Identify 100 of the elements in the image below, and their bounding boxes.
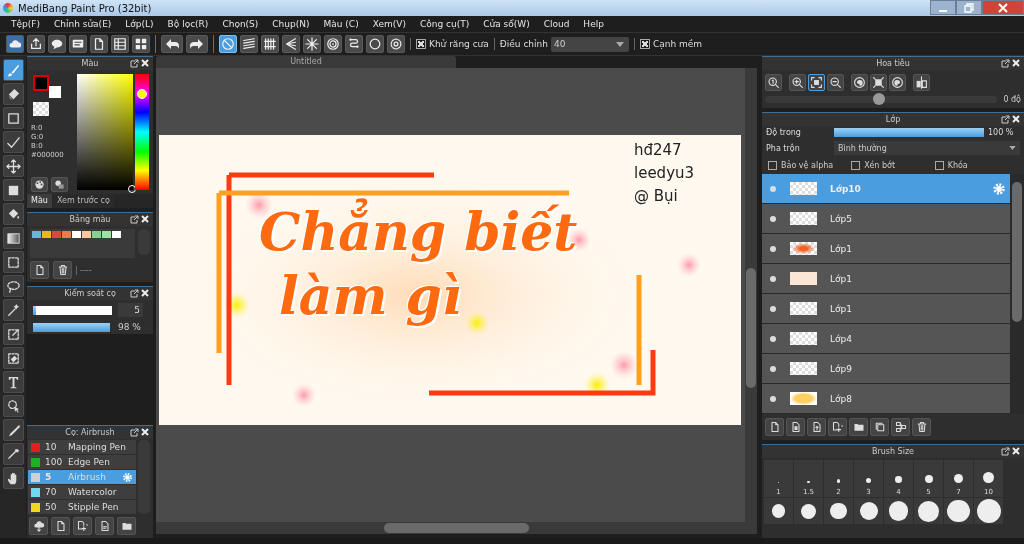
hue-slider[interactable] [135,74,149,190]
layer-option-checkbox[interactable] [851,161,861,170]
brush-item[interactable]: 100 Edge Pen [28,455,136,469]
close-button[interactable] [982,0,1024,15]
correction-dropdown[interactable]: 40 [551,36,629,52]
palette-swatch[interactable] [112,231,121,238]
redo-button[interactable] [186,35,208,53]
brush-panel-button[interactable] [29,517,48,535]
foreground-color-swatch[interactable] [33,75,49,91]
visibility-dot-icon[interactable] [770,305,776,312]
layer-item[interactable]: Lớp5 [762,204,1010,234]
layer-item[interactable]: Lớp1 [762,234,1010,264]
palette-swatch[interactable] [42,231,51,238]
palette-swatch[interactable] [32,231,41,238]
undo-button[interactable] [161,35,183,53]
tool-button[interactable] [2,107,24,129]
brush-size-preset[interactable] [944,498,973,524]
settings-icon[interactable] [122,471,133,483]
minimize-button[interactable] [930,0,956,15]
brush-item[interactable]: 70 Watercolor [28,485,136,499]
snap-button[interactable] [324,35,342,53]
layer-panel-button[interactable] [849,418,868,436]
restore-button[interactable] [956,0,982,15]
snap-button[interactable] [240,35,258,53]
settings-icon[interactable] [992,181,1006,196]
navigator-button[interactable] [889,74,906,91]
tool-button[interactable] [2,203,24,225]
layer-panel-button[interactable] [786,418,805,436]
brush-item[interactable]: 10 Mapping Pen [28,440,136,454]
navigator-button[interactable] [827,74,844,91]
layer-panel-button[interactable] [828,418,847,436]
menu-item[interactable]: Công cụ(T) [412,19,477,29]
menu-item[interactable]: Màu (C) [316,19,366,29]
vertical-scrollbar[interactable] [745,68,757,522]
brush-panel-button[interactable] [117,517,136,535]
snap-button[interactable] [387,35,405,53]
rotation-slider-thumb[interactable] [872,93,885,105]
tool-button[interactable] [2,83,24,105]
layer-panel-button[interactable] [891,418,910,436]
brush-item[interactable]: 50 Stipple Pen [28,500,136,514]
tool-button[interactable] [2,347,24,369]
menu-item[interactable]: Lớp(L) [118,19,161,29]
menu-item[interactable]: Chỉnh sửa(E) [46,19,119,29]
tool-button[interactable] [2,179,24,201]
layer-option-checkbox[interactable] [768,161,777,170]
document-tab[interactable]: Untitled [156,56,456,68]
layer-item[interactable]: Lớp4 [762,324,1010,354]
snap-button[interactable] [261,35,279,53]
palette-swatch[interactable] [92,231,101,238]
visibility-dot-icon[interactable] [770,185,776,192]
menu-item[interactable]: Help [576,19,611,29]
visibility-dot-icon[interactable] [770,335,776,342]
visibility-dot-icon[interactable] [770,275,776,282]
hue-slider-thumb[interactable] [137,88,147,99]
tool-button[interactable] [2,251,24,273]
layer-panel-button[interactable] [765,418,784,436]
tool-button[interactable] [2,155,24,177]
layer-panel-button[interactable] [870,418,889,436]
brush-panel-button[interactable] [95,517,114,535]
layer-panel-button[interactable] [912,418,931,436]
brush-size-slider[interactable] [33,305,112,315]
tool-button[interactable] [2,323,24,345]
layer-option-checkbox[interactable] [934,161,944,170]
menu-item[interactable]: Cửa sổ(W) [476,19,537,29]
navigator-button[interactable] [913,74,930,91]
toolbar-button[interactable] [27,35,45,53]
navigator-button[interactable] [851,74,868,91]
toolbar-button[interactable] [6,35,24,53]
layer-item[interactable]: Lớp8 [762,384,1010,414]
palette-swatch[interactable] [102,231,111,238]
snap-button[interactable] [282,35,300,53]
menu-item[interactable]: Chọn(S) [215,19,266,29]
navigator-button[interactable] [765,74,782,91]
navigator-button[interactable] [808,74,825,91]
brush-size-fill[interactable] [33,305,37,315]
tool-button[interactable] [2,371,24,393]
color-name-field[interactable]: ---- [76,265,92,275]
layer-item[interactable]: Lớp1 [762,264,1010,294]
layer-panel-button[interactable] [807,418,826,436]
layer-item[interactable]: Lớp9 [762,354,1010,384]
toolbar-button[interactable] [69,35,87,53]
tool-button[interactable] [2,299,24,321]
delete-color-button[interactable] [53,261,72,279]
snap-button[interactable] [303,35,321,53]
menu-item[interactable]: Tệp(F) [4,19,47,29]
brush-panel-button[interactable] [73,517,92,535]
antialias-checkbox[interactable] [416,39,426,49]
tool-button[interactable] [2,59,24,81]
toolbar-button[interactable] [90,35,108,53]
brush-size-preset[interactable] [854,498,883,524]
background-color-swatch[interactable] [49,86,61,98]
brush-size-preset[interactable] [764,498,793,524]
layer-item[interactable]: Lớp1 [762,294,1010,324]
brush-opacity-fill[interactable] [33,322,111,332]
new-color-button[interactable] [30,261,49,279]
brush-size-field[interactable]: 5 [118,303,143,317]
snap-button[interactable] [366,35,384,53]
soft-edge-checkbox[interactable] [640,39,650,49]
horizontal-scrollbar[interactable] [156,522,757,534]
toolbar-button[interactable] [111,35,129,53]
